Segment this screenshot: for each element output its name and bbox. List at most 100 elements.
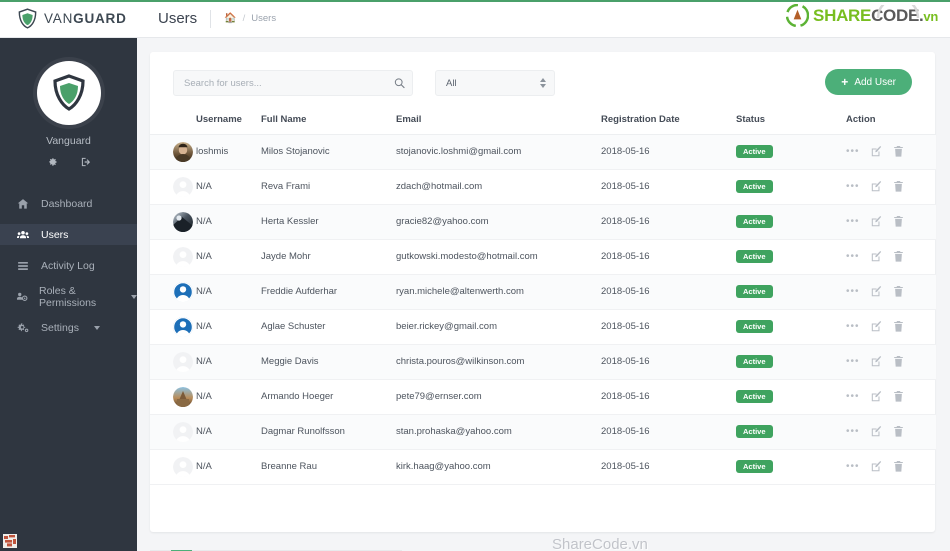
avatar bbox=[173, 316, 193, 337]
edit-user-button[interactable] bbox=[871, 321, 882, 332]
row-email: stan.prohaska@yahoo.com bbox=[396, 414, 601, 450]
add-user-button[interactable]: + Add User bbox=[825, 69, 912, 95]
row-username: N/A bbox=[196, 309, 261, 345]
edit-user-button[interactable] bbox=[871, 356, 882, 367]
more-actions-button[interactable]: ••• bbox=[846, 286, 860, 297]
avatar bbox=[173, 246, 193, 267]
edit-user-button[interactable] bbox=[871, 461, 882, 472]
edit-user-button[interactable] bbox=[871, 181, 882, 192]
sidebar-item-dashboard[interactable]: Dashboard bbox=[0, 193, 137, 214]
row-actions: ••• bbox=[846, 461, 936, 472]
breadcrumb-current: Users bbox=[251, 13, 277, 24]
row-username: N/A bbox=[196, 204, 261, 240]
more-actions-button[interactable]: ••• bbox=[846, 181, 860, 192]
status-badge: Active bbox=[736, 389, 773, 404]
row-registration-date: 2018-05-16 bbox=[601, 449, 736, 485]
gear-icon[interactable] bbox=[46, 156, 58, 171]
table-row[interactable]: N/A Breanne Rau kirk.haag@yahoo.com 2018-05… bbox=[150, 449, 936, 485]
col-full-name: Full Name bbox=[261, 114, 307, 126]
table-row[interactable]: N/A Reva Frami zdach@hotmail.com 2018-05-16… bbox=[150, 169, 936, 205]
search-input[interactable] bbox=[173, 70, 413, 96]
row-registration-date: 2018-05-16 bbox=[601, 274, 736, 310]
table-row[interactable]: N/A Jayde Mohr gutkowski.modesto@hotmail.c… bbox=[150, 239, 936, 275]
status-badge: Active bbox=[736, 214, 773, 229]
more-actions-button[interactable]: ••• bbox=[846, 391, 860, 402]
edit-user-button[interactable] bbox=[871, 286, 882, 297]
delete-user-button[interactable] bbox=[893, 391, 904, 402]
avatar bbox=[173, 351, 193, 372]
status-badge: Active bbox=[736, 284, 773, 299]
sidebar-item-users[interactable]: Users bbox=[0, 224, 137, 245]
table-row[interactable]: loshmis Milos Stojanovic stojanovic.loshmi… bbox=[150, 134, 936, 170]
users-card: All + Add User Username Full Name Email … bbox=[150, 52, 936, 532]
more-actions-button[interactable]: ••• bbox=[846, 461, 860, 472]
delete-user-button[interactable] bbox=[893, 181, 904, 192]
edit-user-button[interactable] bbox=[871, 146, 882, 157]
row-action-cell: ••• bbox=[846, 169, 936, 205]
status-badge: Active bbox=[736, 354, 773, 369]
delete-user-button[interactable] bbox=[893, 286, 904, 297]
edit-user-button[interactable] bbox=[871, 426, 882, 437]
row-actions: ••• bbox=[846, 286, 936, 297]
row-username: N/A bbox=[196, 379, 261, 415]
edit-user-button[interactable] bbox=[871, 391, 882, 402]
row-registration-date: 2018-05-16 bbox=[601, 204, 736, 240]
more-actions-button[interactable]: ••• bbox=[846, 321, 860, 332]
more-actions-button[interactable]: ••• bbox=[846, 146, 860, 157]
row-status-cell: Active bbox=[736, 309, 846, 345]
plus-icon: + bbox=[841, 75, 849, 89]
row-registration-date: 2018-05-16 bbox=[601, 239, 736, 275]
row-full-name: Reva Frami bbox=[261, 169, 396, 205]
status-filter-select[interactable]: All bbox=[435, 70, 555, 96]
row-actions: ••• bbox=[846, 251, 936, 262]
brand-logo[interactable]: VANGUARD bbox=[0, 0, 137, 38]
delete-user-button[interactable] bbox=[893, 461, 904, 472]
delete-user-button[interactable] bbox=[893, 321, 904, 332]
row-action-cell: ••• bbox=[846, 344, 936, 380]
more-actions-button[interactable]: ••• bbox=[846, 251, 860, 262]
table-row[interactable]: N/A Herta Kessler gracie82@yahoo.com 2018-0… bbox=[150, 204, 936, 240]
home-icon[interactable]: 🏠 bbox=[224, 13, 236, 24]
edit-user-button[interactable] bbox=[871, 216, 882, 227]
table-row[interactable]: N/A Armando Hoeger pete79@ernser.com 2018-0… bbox=[150, 379, 936, 415]
avatar bbox=[173, 386, 193, 407]
tray-app-icon[interactable] bbox=[3, 534, 17, 548]
shield-icon bbox=[18, 8, 37, 29]
more-actions-button[interactable]: ••• bbox=[846, 356, 860, 367]
table-row[interactable]: N/A Freddie Aufderhar ryan.michele@altenwe… bbox=[150, 274, 936, 310]
row-full-name: Milos Stojanovic bbox=[261, 134, 396, 170]
sidebar-item-label: Roles & Permissions bbox=[39, 284, 97, 309]
more-actions-button[interactable]: ••• bbox=[846, 216, 860, 227]
delete-user-button[interactable] bbox=[893, 356, 904, 367]
shield-avatar-icon bbox=[52, 74, 85, 111]
sidebar-item-settings[interactable]: Settings bbox=[0, 317, 137, 338]
logout-icon[interactable] bbox=[80, 156, 92, 171]
sidebar-item-label: Activity Log bbox=[41, 259, 95, 272]
sidebar-item-roles-permissions[interactable]: Roles & Permissions bbox=[0, 284, 137, 309]
delete-user-button[interactable] bbox=[893, 251, 904, 262]
row-actions: ••• bbox=[846, 426, 936, 437]
row-registration-date: 2018-05-16 bbox=[601, 134, 736, 170]
table-row[interactable]: N/A Aglae Schuster beier.rickey@gmail.com 2… bbox=[150, 309, 936, 345]
status-badge: Active bbox=[736, 319, 773, 334]
row-actions: ••• bbox=[846, 321, 936, 332]
more-actions-button[interactable]: ••• bbox=[846, 426, 860, 437]
row-avatar-cell bbox=[150, 414, 196, 450]
delete-user-button[interactable] bbox=[893, 146, 904, 157]
row-email: gracie82@yahoo.com bbox=[396, 204, 601, 240]
row-username: loshmis bbox=[196, 134, 261, 170]
sidebar-profile-name: Vanguard bbox=[46, 135, 91, 147]
table-row[interactable]: N/A Dagmar Runolfsson stan.prohaska@yahoo.… bbox=[150, 414, 936, 450]
sidebar-item-activity-log[interactable]: Activity Log bbox=[0, 255, 137, 276]
row-email: gutkowski.modesto@hotmail.com bbox=[396, 239, 601, 275]
delete-user-button[interactable] bbox=[893, 216, 904, 227]
search-icon[interactable] bbox=[394, 78, 405, 89]
delete-user-button[interactable] bbox=[893, 426, 904, 437]
sidebar-avatar[interactable] bbox=[36, 61, 101, 125]
row-username: N/A bbox=[196, 239, 261, 275]
avatar bbox=[173, 281, 193, 302]
edit-user-button[interactable] bbox=[871, 251, 882, 262]
top-bar: VANGUARD Users 🏠 / Users SHARE CODE. vn bbox=[0, 0, 950, 38]
table-row[interactable]: N/A Meggie Davis christa.pouros@wilkinson.… bbox=[150, 344, 936, 380]
row-registration-date: 2018-05-16 bbox=[601, 169, 736, 205]
